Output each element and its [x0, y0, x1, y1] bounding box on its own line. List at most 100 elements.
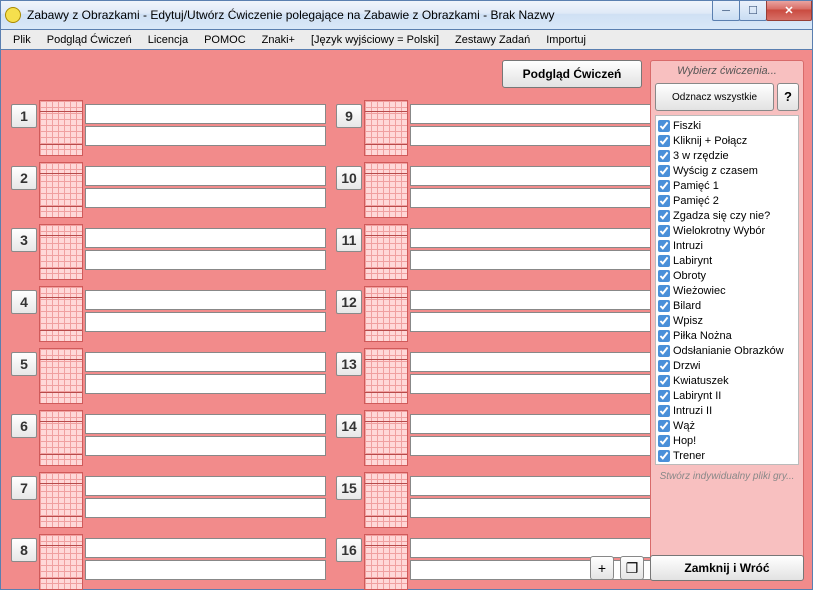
row-number[interactable]: 1: [11, 104, 37, 128]
exercise-checkbox[interactable]: [658, 300, 670, 312]
exercise-checkbox[interactable]: [658, 315, 670, 327]
exercise-label[interactable]: Odsłanianie Obrazków: [673, 345, 784, 357]
exercise-checkbox[interactable]: [658, 225, 670, 237]
text-input-a[interactable]: [85, 166, 326, 186]
exercise-label[interactable]: Fiszki: [673, 120, 701, 132]
text-input-a[interactable]: [410, 352, 651, 372]
image-thumbnail[interactable]: [364, 472, 408, 528]
exercise-checkbox[interactable]: [658, 285, 670, 297]
row-number[interactable]: 10: [336, 166, 362, 190]
exercise-checkbox[interactable]: [658, 180, 670, 192]
image-thumbnail[interactable]: [364, 224, 408, 280]
exercise-label[interactable]: Kliknij + Połącz: [673, 135, 747, 147]
image-thumbnail[interactable]: [39, 286, 83, 342]
image-thumbnail[interactable]: [39, 162, 83, 218]
duplicate-button[interactable]: ❐: [620, 556, 644, 580]
image-thumbnail[interactable]: [39, 472, 83, 528]
text-input-b[interactable]: [85, 436, 326, 456]
image-thumbnail[interactable]: [39, 348, 83, 404]
menu-importuj[interactable]: Importuj: [538, 32, 594, 48]
image-thumbnail[interactable]: [364, 348, 408, 404]
exercise-checkbox[interactable]: [658, 375, 670, 387]
text-input-a[interactable]: [85, 414, 326, 434]
exercise-checkbox[interactable]: [658, 330, 670, 342]
menu-licencja[interactable]: Licencja: [140, 32, 196, 48]
exercise-checkbox[interactable]: [658, 135, 670, 147]
exercise-label[interactable]: Trener: [673, 450, 705, 462]
text-input-b[interactable]: [85, 188, 326, 208]
text-input-b[interactable]: [410, 250, 651, 270]
image-thumbnail[interactable]: [364, 162, 408, 218]
exercise-label[interactable]: Pamięć 1: [673, 180, 719, 192]
row-number[interactable]: 5: [11, 352, 37, 376]
text-input-b[interactable]: [410, 188, 651, 208]
exercise-label[interactable]: Wpisz: [673, 315, 703, 327]
row-number[interactable]: 3: [11, 228, 37, 252]
exercise-checkbox[interactable]: [658, 450, 670, 462]
exercise-label[interactable]: Labirynt II: [673, 390, 721, 402]
row-number[interactable]: 2: [11, 166, 37, 190]
menu-plik[interactable]: Plik: [5, 32, 39, 48]
text-input-a[interactable]: [410, 414, 651, 434]
exercise-checkbox[interactable]: [658, 120, 670, 132]
row-number[interactable]: 7: [11, 476, 37, 500]
exercise-checkbox[interactable]: [658, 420, 670, 432]
exercise-checkbox[interactable]: [658, 255, 670, 267]
text-input-a[interactable]: [85, 228, 326, 248]
exercise-label[interactable]: Obroty: [673, 270, 706, 282]
add-button[interactable]: +: [590, 556, 614, 580]
text-input-b[interactable]: [85, 560, 326, 580]
image-thumbnail[interactable]: [364, 286, 408, 342]
exercise-checkbox[interactable]: [658, 240, 670, 252]
text-input-a[interactable]: [410, 228, 651, 248]
row-number[interactable]: 11: [336, 228, 362, 252]
close-button[interactable]: ✕: [766, 1, 812, 21]
menu-zestawy[interactable]: Zestawy Zadań: [447, 32, 538, 48]
exercise-label[interactable]: Labirynt: [673, 255, 712, 267]
text-input-a[interactable]: [410, 476, 651, 496]
menu-pomoc[interactable]: POMOC: [196, 32, 254, 48]
text-input-a[interactable]: [85, 104, 326, 124]
exercise-label[interactable]: Wyścig z czasem: [673, 165, 758, 177]
text-input-b[interactable]: [85, 312, 326, 332]
text-input-a[interactable]: [410, 166, 651, 186]
exercise-label[interactable]: Intruzi: [673, 240, 703, 252]
exercise-label[interactable]: Piłka Nożna: [673, 330, 732, 342]
exercise-checkbox[interactable]: [658, 210, 670, 222]
text-input-a[interactable]: [85, 538, 326, 558]
text-input-a[interactable]: [410, 104, 651, 124]
exercise-checkbox[interactable]: [658, 360, 670, 372]
exercise-label[interactable]: Wąż: [673, 420, 695, 432]
exercise-label[interactable]: Hop!: [673, 435, 696, 447]
exercise-checkbox[interactable]: [658, 270, 670, 282]
menu-podglad[interactable]: Podgląd Ćwiczeń: [39, 32, 140, 48]
exercise-checkbox[interactable]: [658, 390, 670, 402]
text-input-b[interactable]: [410, 126, 651, 146]
close-return-button[interactable]: Zamknij i Wróć: [650, 555, 804, 581]
image-thumbnail[interactable]: [39, 224, 83, 280]
text-input-b[interactable]: [85, 126, 326, 146]
exercise-label[interactable]: Pamięć 2: [673, 195, 719, 207]
row-number[interactable]: 6: [11, 414, 37, 438]
image-thumbnail[interactable]: [364, 534, 408, 590]
text-input-b[interactable]: [410, 498, 651, 518]
image-thumbnail[interactable]: [39, 534, 83, 590]
row-number[interactable]: 8: [11, 538, 37, 562]
exercise-checkbox[interactable]: [658, 150, 670, 162]
row-number[interactable]: 4: [11, 290, 37, 314]
text-input-b[interactable]: [85, 374, 326, 394]
help-button[interactable]: ?: [777, 83, 799, 111]
text-input-b[interactable]: [85, 250, 326, 270]
row-number[interactable]: 12: [336, 290, 362, 314]
image-thumbnail[interactable]: [39, 410, 83, 466]
exercise-checkbox[interactable]: [658, 165, 670, 177]
text-input-b[interactable]: [410, 312, 651, 332]
image-thumbnail[interactable]: [364, 410, 408, 466]
text-input-a[interactable]: [85, 290, 326, 310]
minimize-button[interactable]: ─: [712, 1, 740, 21]
row-number[interactable]: 9: [336, 104, 362, 128]
exercise-label[interactable]: Zgadza się czy nie?: [673, 210, 770, 222]
text-input-a[interactable]: [85, 352, 326, 372]
exercise-checkbox[interactable]: [658, 345, 670, 357]
text-input-a[interactable]: [410, 290, 651, 310]
